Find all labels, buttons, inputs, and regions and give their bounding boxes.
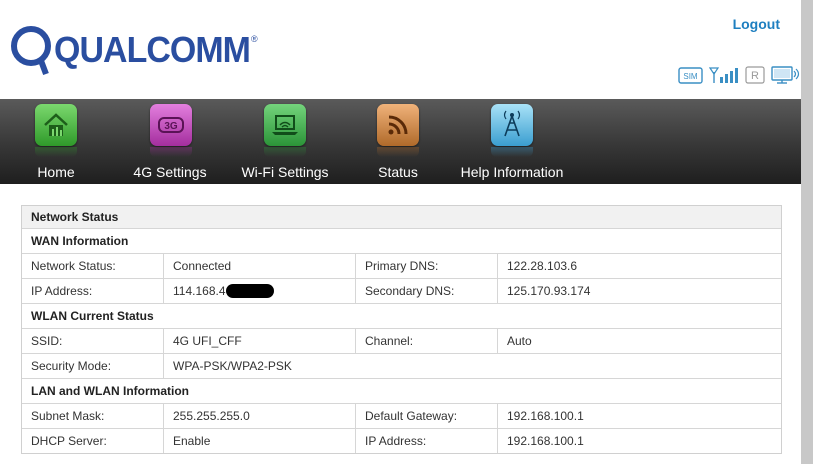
field-value: 4G UFI_CFF <box>164 329 356 353</box>
status-icons: SIM R <box>678 64 801 86</box>
field-label: Default Gateway: <box>356 404 498 428</box>
svg-text:SIM: SIM <box>683 72 698 81</box>
nav-label-status: Status <box>378 164 418 180</box>
field-label: DHCP Server: <box>22 429 164 453</box>
nav-item-wifi-settings[interactable]: Wi-Fi Settings <box>230 99 340 184</box>
wan-ip-cell: 114.168.4 <box>164 279 356 303</box>
field-value: 192.168.100.1 <box>507 409 584 423</box>
header: QUALCOMM ® Logout SIM R <box>0 0 801 99</box>
nav-label-4g-settings: 4G Settings <box>133 164 207 180</box>
nav-label-wifi-settings: Wi-Fi Settings <box>241 164 329 180</box>
table-row: SSID: 4G UFI_CFF Channel: Auto <box>22 329 781 354</box>
field-label: Subnet Mask: <box>22 404 164 428</box>
svg-text:®: ® <box>251 34 258 44</box>
field-label: Secondary DNS: <box>356 279 498 303</box>
nav-item-4g-settings[interactable]: 3G 4G Settings <box>112 99 230 184</box>
main-nav: Home 3G 4G Settings Wi-Fi Settings Statu… <box>0 99 801 184</box>
field-label: IP Address: <box>22 279 164 303</box>
rss-icon <box>377 104 419 146</box>
table-row: Security Mode: WPA-PSK/WPA2-PSK <box>22 354 781 379</box>
field-label: SSID: <box>22 329 164 353</box>
field-value: 114.168.4 <box>173 284 226 298</box>
redaction-mark <box>225 283 274 298</box>
table-row: Subnet Mask: 255.255.255.0 Default Gatew… <box>22 404 781 429</box>
nav-label-help-information: Help Information <box>460 164 564 180</box>
logo-wordmark: QUALCOMM <box>54 29 250 70</box>
field-value: WPA-PSK/WPA2-PSK <box>173 359 292 373</box>
wlan-section-title: WLAN Current Status <box>22 304 781 329</box>
field-value: Connected <box>164 254 356 278</box>
qualcomm-logo: QUALCOMM ® <box>11 26 258 76</box>
field-label: Primary DNS: <box>356 254 498 278</box>
svg-text:R: R <box>751 70 759 82</box>
field-value: 122.28.103.6 <box>507 259 578 273</box>
wan-section-title: WAN Information <box>22 229 781 254</box>
field-value: Auto <box>507 334 532 348</box>
field-value: 125.170.93.174 <box>507 284 591 298</box>
field-value: 255.255.255.0 <box>164 404 356 428</box>
field-value: 192.168.100.1 <box>507 434 584 448</box>
field-label: IP Address: <box>356 429 498 453</box>
panel-title: Network Status <box>22 206 781 229</box>
scrollbar[interactable] <box>801 0 813 464</box>
4g-icon: 3G <box>150 104 192 146</box>
signal-icon <box>709 67 738 83</box>
sim-icon: SIM <box>678 66 703 84</box>
field-label: Channel: <box>356 329 498 353</box>
field-value: Enable <box>164 429 356 453</box>
field-label: Security Mode: <box>22 354 164 378</box>
home-icon <box>35 104 77 146</box>
table-row: Network Status: Connected Primary DNS: 1… <box>22 254 781 279</box>
table-row: IP Address: 114.168.4 Secondary DNS: 125… <box>22 279 781 304</box>
field-label: Network Status: <box>22 254 164 278</box>
network-status-panel: Network Status WAN Information Network S… <box>21 205 782 454</box>
lan-section-title: LAN and WLAN Information <box>22 379 781 404</box>
laptop-wifi-icon <box>264 104 306 146</box>
antenna-icon <box>491 104 533 146</box>
roaming-icon: R <box>745 66 765 84</box>
nav-item-status[interactable]: Status <box>340 99 455 184</box>
nav-label-home: Home <box>37 164 75 180</box>
svg-text:3G: 3G <box>164 121 178 132</box>
logout-link[interactable]: Logout <box>733 16 780 32</box>
table-row: DHCP Server: Enable IP Address: 192.168.… <box>22 429 781 453</box>
nav-item-home[interactable]: Home <box>0 99 112 184</box>
nav-item-help-information[interactable]: Help Information <box>455 99 570 184</box>
connection-monitor-icon <box>771 66 800 84</box>
